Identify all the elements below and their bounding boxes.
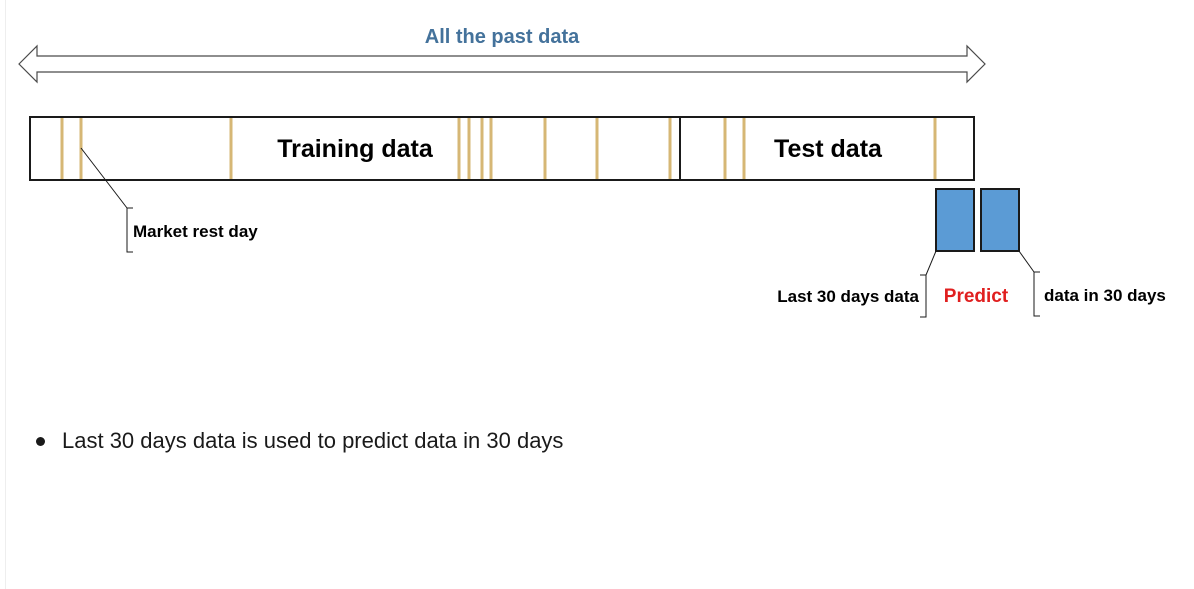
past-data-arrow [18, 44, 986, 84]
input-callout [920, 250, 937, 318]
input-bracket [920, 274, 927, 318]
bullet-list: Last 30 days data is used to predict dat… [36, 428, 563, 454]
test-data-label: Test data [774, 135, 883, 163]
last-30-days-label: Last 30 days data [777, 287, 919, 306]
double-arrow-shape [18, 44, 986, 84]
past-data-label: All the past data [425, 26, 580, 48]
input-leader-line [925, 250, 937, 276]
last-30-days-box [935, 188, 975, 252]
data-split-diagram: All the past data Training data Test dat… [18, 26, 1166, 318]
output-callout [1018, 250, 1040, 317]
next-30-days-box [980, 188, 1020, 252]
market-rest-day-label: Market rest day [133, 222, 258, 241]
output-leader-line [1018, 250, 1035, 273]
bullet-dot [36, 436, 45, 446]
bullet-text: Last 30 days data is used to predict dat… [62, 428, 564, 453]
data-in-30-days-label: data in 30 days [1044, 286, 1166, 305]
bullet-item: Last 30 days data is used to predict dat… [36, 428, 563, 454]
output-bracket [1033, 271, 1040, 317]
training-data-label: Training data [277, 135, 434, 163]
predict-label: Predict [944, 286, 1009, 307]
